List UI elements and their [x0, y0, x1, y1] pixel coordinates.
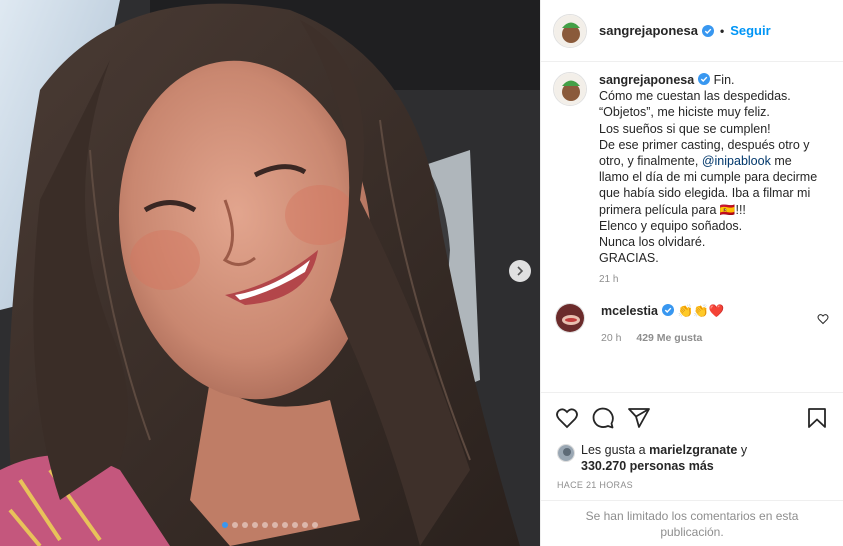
likes-text: Les gusta a marielzgranate y 330.270 per…: [581, 442, 747, 474]
post-header: sangrejaponesa • Seguir: [541, 0, 843, 62]
follow-button[interactable]: Seguir: [730, 23, 770, 38]
likes-summary: Les gusta a marielzgranate y 330.270 per…: [541, 442, 843, 474]
caption-line: GRACIAS.: [599, 251, 659, 266]
mention-link[interactable]: @inipablook: [702, 154, 771, 168]
caption-username[interactable]: sangrejaponesa: [599, 73, 694, 87]
post-side-panel: sangrejaponesa • Seguir sangrejaponesa F…: [540, 0, 843, 546]
caption-line: Los sueños si que se cumplen!: [599, 121, 771, 136]
likes-joiner: y: [740, 443, 748, 457]
likes-count[interactable]: 330.270 personas más: [581, 459, 714, 473]
commenter-username[interactable]: mcelestia: [601, 304, 658, 318]
bookmark-icon[interactable]: [805, 406, 829, 430]
next-slide-button[interactable]: [509, 260, 531, 282]
comment-timestamp[interactable]: 20 h: [601, 332, 621, 344]
comment-body: mcelestia 👏👏❤️ 20 h 429 Me gusta: [601, 303, 724, 346]
carousel-dot: [232, 522, 238, 528]
caption-line: Fin.: [713, 73, 735, 87]
comment-icon[interactable]: [591, 406, 615, 430]
liker-username[interactable]: marielzgranate: [649, 443, 737, 457]
verified-badge-icon: [661, 304, 674, 317]
heart-icon[interactable]: [555, 406, 579, 430]
caption-author-avatar[interactable]: [553, 72, 587, 106]
caption-line: Elenco y equipo soñados.: [599, 218, 743, 233]
share-icon[interactable]: [627, 406, 651, 430]
comment-meta: 20 h 429 Me gusta: [601, 330, 724, 346]
carousel-dot: [272, 522, 278, 528]
verified-badge-icon: [702, 24, 714, 37]
comment-item: mcelestia 👏👏❤️ 20 h 429 Me gusta: [553, 303, 829, 346]
verified-badge-icon: [698, 73, 711, 85]
instagram-post: sangrejaponesa • Seguir sangrejaponesa F…: [0, 0, 843, 546]
carousel-dot: [252, 522, 258, 528]
caption-line: otro, y finalmente,: [599, 154, 699, 169]
carousel-dot: [312, 522, 318, 528]
caption-line: Cómo me cuestan las despedidas.: [599, 89, 791, 104]
likes-prefix: Les gusta a: [581, 443, 646, 457]
author-username[interactable]: sangrejaponesa: [599, 23, 698, 38]
liker-avatar[interactable]: [557, 444, 575, 462]
comments-limited-notice: Se han limitado los comentarios en esta …: [541, 500, 843, 546]
comment-like-heart-icon[interactable]: [817, 313, 829, 325]
author-avatar[interactable]: [553, 13, 587, 48]
chevron-right-icon: [517, 266, 524, 276]
selfie-photo: [0, 0, 540, 546]
carousel-dot: [262, 522, 268, 528]
carousel-dot: [242, 522, 248, 528]
header-separator: •: [720, 23, 725, 38]
caption-line: Nunca los olvidaré.: [599, 235, 706, 250]
carousel-dot: [292, 522, 298, 528]
caption-line: De ese primer casting, después otro y: [599, 137, 810, 152]
comments-section: sangrejaponesa Fin. Cómo me cuestan las …: [541, 62, 843, 392]
caption-line: primera película para: [599, 202, 717, 217]
carousel-indicator: [0, 522, 540, 528]
carousel-dot: [302, 522, 308, 528]
caption-line: !!!: [735, 202, 746, 217]
post-timestamp[interactable]: HACE 21 HORAS: [541, 474, 843, 490]
comment-likes[interactable]: 429 Me gusta: [636, 332, 702, 344]
caption-line: que había sido elegida. Iba a filmar mi: [599, 186, 811, 201]
caption-timestamp[interactable]: 21 h: [599, 274, 827, 285]
caption-line: llamo el día de mi cumple para decirme: [599, 170, 818, 185]
carousel-dot: [282, 522, 288, 528]
action-bar: [541, 392, 843, 442]
spain-flag-emoji: 🇪🇸: [719, 202, 736, 217]
post-photo[interactable]: [0, 0, 540, 546]
commenter-avatar[interactable]: [555, 303, 585, 334]
caption-line: “Objetos”, me hiciste muy feliz.: [599, 105, 770, 120]
caption-line: me: [774, 154, 792, 169]
comment-text: 👏👏❤️: [677, 304, 725, 319]
carousel-dot: [222, 522, 228, 528]
post-caption: sangrejaponesa Fin. Cómo me cuestan las …: [553, 72, 827, 266]
caption-text: sangrejaponesa Fin. Cómo me cuestan las …: [599, 72, 821, 266]
